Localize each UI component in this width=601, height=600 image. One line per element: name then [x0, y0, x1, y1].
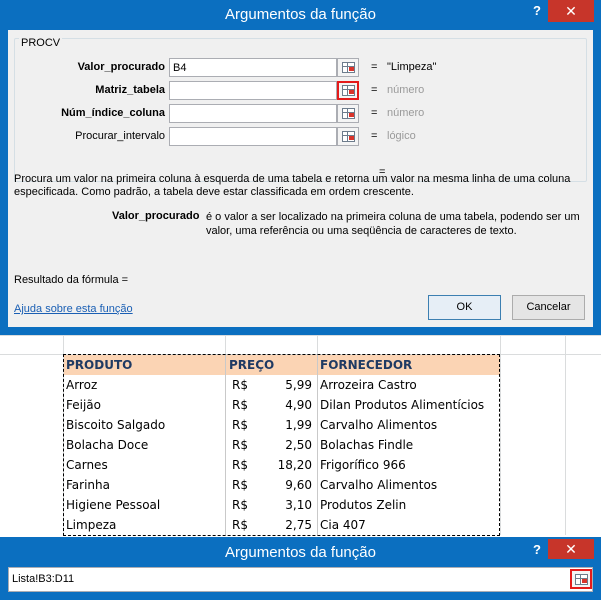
range-selector-icon	[575, 574, 588, 585]
range-selector-button[interactable]	[337, 81, 359, 100]
matriz-tabela-input[interactable]	[169, 81, 337, 100]
arg-label: Núm_índice_coluna	[61, 107, 165, 119]
spreadsheet-grid[interactable]: PRODUTO PREÇO FORNECEDOR Arroz R$ 5,99 Arro…	[0, 335, 601, 536]
close-icon[interactable]: ✕	[548, 539, 594, 559]
ok-button[interactable]: OK	[428, 295, 501, 320]
procurar-intervalo-input[interactable]	[169, 127, 337, 146]
arg-equals: =	[371, 130, 378, 142]
arg-row-procurar-intervalo: Procurar_intervalo = lógico	[15, 127, 588, 147]
arg-result: número	[387, 84, 425, 96]
range-selector-button[interactable]	[337, 104, 359, 123]
arg-equals: =	[371, 107, 378, 119]
arg-label: Procurar_intervalo	[75, 130, 165, 142]
help-link[interactable]: Ajuda sobre esta função	[14, 303, 133, 315]
arg-row-matriz-tabela: Matriz_tabela = número	[15, 81, 588, 101]
num-indice-coluna-input[interactable]	[169, 104, 337, 123]
arg-result: "Limpeza"	[387, 61, 437, 73]
arg-row-valor-procurado: Valor_procurado B4 = "Limpeza"	[15, 58, 588, 78]
selection-marquee	[63, 354, 500, 536]
range-selector-icon	[342, 85, 355, 96]
cancel-button[interactable]: Cancelar	[512, 295, 585, 320]
range-selector-icon	[342, 62, 355, 73]
range-selector-button[interactable]	[337, 127, 359, 146]
function-arguments-dialog: Argumentos da função ? ✕ PROCV Valor_pro…	[0, 0, 601, 335]
function-group: PROCV Valor_procurado B4 = "Limpeza" Mat…	[14, 37, 588, 182]
range-selector-button[interactable]	[337, 58, 359, 77]
arg-result: número	[387, 107, 425, 119]
dialog-client-area: PROCV Valor_procurado B4 = "Limpeza" Mat…	[8, 30, 593, 327]
param-name: Valor_procurado	[112, 210, 200, 222]
help-icon[interactable]: ?	[528, 0, 546, 22]
help-icon[interactable]: ?	[528, 539, 546, 561]
close-icon[interactable]: ✕	[548, 0, 594, 22]
valor-procurado-input[interactable]: B4	[169, 58, 337, 77]
range-selector-icon	[342, 108, 355, 119]
range-selector-icon	[342, 131, 355, 142]
arg-equals: =	[371, 84, 378, 96]
param-description: é o valor a ser localizado na primeira c…	[206, 211, 580, 237]
dialog-title: Argumentos da função	[225, 6, 376, 23]
collapsed-dialog-title: Argumentos da função	[225, 544, 376, 561]
formula-result: Resultado da fórmula =	[14, 274, 129, 286]
arg-label: Matriz_tabela	[95, 84, 165, 96]
arg-result: lógico	[387, 130, 416, 142]
function-name: PROCV	[19, 37, 63, 49]
collapsed-function-dialog: Argumentos da função ? ✕ Lista!B3:D11	[0, 537, 601, 600]
arg-equals: =	[371, 61, 378, 73]
arg-label: Valor_procurado	[77, 61, 165, 73]
arg-row-num-indice-coluna: Núm_índice_coluna = número	[15, 104, 588, 124]
range-reference-input[interactable]: Lista!B3:D11	[8, 567, 593, 592]
function-description: Procura um valor na primeira coluna à es…	[14, 173, 571, 198]
expand-dialog-button[interactable]	[570, 569, 592, 589]
